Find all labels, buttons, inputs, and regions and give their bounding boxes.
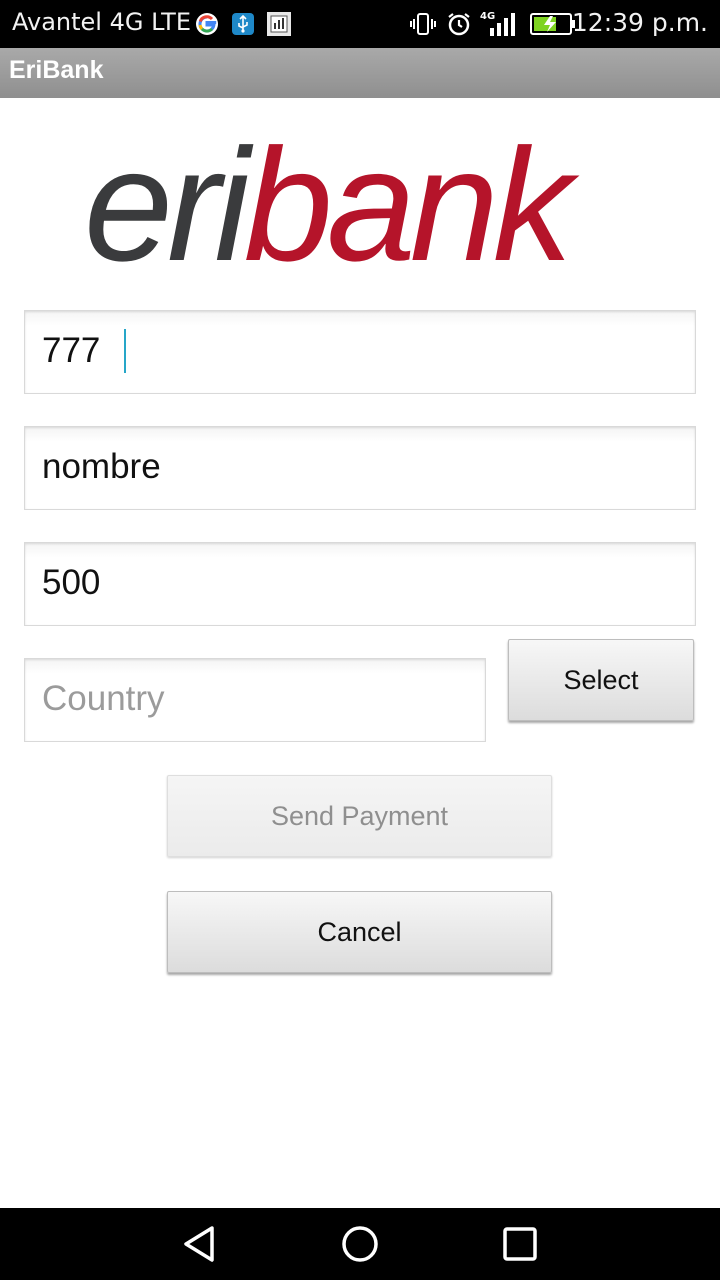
logo-part-eri: eri — [84, 118, 254, 268]
send-payment-button[interactable]: Send Payment — [167, 775, 552, 857]
recents-icon[interactable] — [500, 1224, 540, 1264]
cancel-button[interactable]: Cancel — [167, 891, 552, 973]
name-value: nombre — [42, 447, 161, 486]
account-number-field[interactable]: 777 — [24, 310, 696, 394]
status-bar: Avantel 4G LTE 4G 12:39 p.m. — [0, 0, 720, 48]
screen: Avantel 4G LTE 4G 12:39 p.m. EriBank eri… — [0, 0, 720, 1280]
sim-icon — [266, 11, 292, 37]
account-number-value: 777 — [42, 331, 101, 370]
amount-field[interactable]: 500 — [24, 542, 696, 626]
usb-icon — [230, 11, 256, 37]
logo-part-bank: bank — [244, 118, 580, 268]
cancel-button-label: Cancel — [317, 916, 402, 947]
amount-value: 500 — [42, 563, 101, 602]
home-icon[interactable] — [340, 1224, 380, 1264]
country-placeholder: Country — [42, 679, 165, 718]
select-country-button[interactable]: Select — [508, 639, 694, 721]
carrier-label: Avantel 4G LTE — [12, 8, 191, 36]
eribank-logo: eribank — [80, 115, 640, 294]
svg-text:4G: 4G — [480, 11, 495, 22]
action-bar: EriBank — [0, 48, 720, 98]
signal-icon: 4G — [480, 11, 520, 37]
select-button-label: Select — [563, 664, 639, 695]
send-payment-label: Send Payment — [270, 800, 449, 831]
country-field[interactable]: Country — [24, 658, 486, 742]
battery-charging-icon — [530, 11, 576, 37]
vibrate-icon — [410, 11, 436, 37]
navigation-bar — [0, 1208, 720, 1280]
text-cursor — [124, 329, 126, 373]
svg-text:eribank: eribank — [84, 118, 580, 268]
app-title: EriBank — [9, 56, 104, 84]
name-field[interactable]: nombre — [24, 426, 696, 510]
back-icon[interactable] — [180, 1224, 220, 1264]
google-icon — [194, 11, 220, 37]
clock: 12:39 p.m. — [571, 8, 708, 37]
alarm-icon — [446, 11, 472, 37]
